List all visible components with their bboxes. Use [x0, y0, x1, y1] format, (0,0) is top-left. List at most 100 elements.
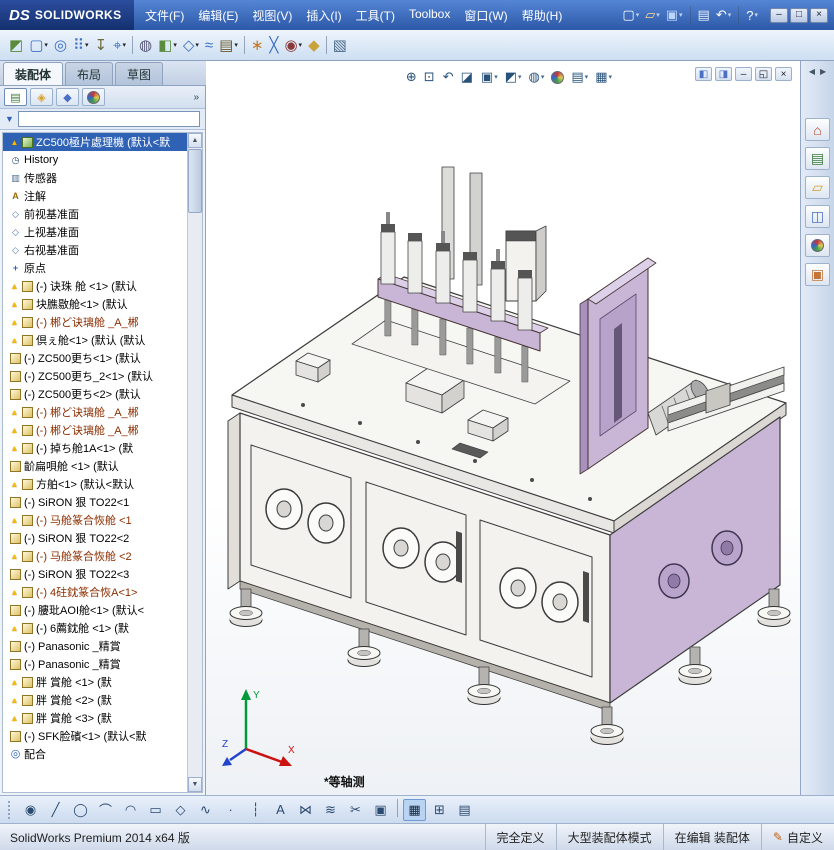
custom-properties[interactable]: ▣ — [805, 263, 830, 286]
edit-appearance[interactable] — [548, 67, 567, 87]
task-pane-collapse[interactable]: ◀▶ — [801, 61, 834, 76]
move-component[interactable]: ⌖▾ — [110, 32, 129, 58]
large-assembly-mode[interactable]: ▧ — [330, 32, 350, 58]
tree-item[interactable]: (-) Panasonic _精賞 — [3, 637, 187, 655]
new-motion-study[interactable]: ≈ — [202, 32, 216, 58]
filter-input[interactable] — [18, 111, 200, 127]
tree-item[interactable]: ▲胖 賞舱 <3> (默 — [3, 709, 187, 727]
spline[interactable]: ∿ — [194, 799, 217, 821]
tree-item[interactable]: (-) Panasonic _精賞 — [3, 655, 187, 673]
tree-item[interactable]: ▲(-) 诀珠 舱 <1> (默认 — [3, 277, 187, 295]
tree-item[interactable]: (-) ZC500更ち_2<1> (默认 — [3, 367, 187, 385]
mirror-entities[interactable]: ⋈ — [294, 799, 317, 821]
viewport-split-left[interactable]: ◧ — [695, 67, 712, 81]
tree-item[interactable]: ▲(-) 郴ど诀璃舱 _A_郴 — [3, 421, 187, 439]
menu-item[interactable]: Toolbox — [402, 3, 457, 28]
edit-component[interactable]: ◩ — [6, 32, 26, 58]
centerline[interactable]: ┆ — [244, 799, 267, 821]
menu-item[interactable]: 工具(T) — [349, 3, 402, 28]
menu-item[interactable]: 插入(I) — [299, 3, 348, 28]
tree-item[interactable]: (-) ZC500更ち<2> (默认 — [3, 385, 187, 403]
tree-item[interactable]: ▥传感器 — [3, 169, 187, 187]
tree-item[interactable]: ◎配合 — [3, 745, 187, 763]
tab-草图[interactable]: 草图 — [115, 62, 163, 85]
tree-item[interactable]: ▲方舶<1> (默认<默认 — [3, 475, 187, 493]
tree-item[interactable]: ◷History — [3, 151, 187, 169]
menu-item[interactable]: 视图(V) — [245, 3, 299, 28]
view-orientation[interactable]: ▣▾ — [478, 67, 501, 87]
menu-item[interactable]: 窗口(W) — [457, 3, 514, 28]
tree-item[interactable]: ◇右视基准面 — [3, 241, 187, 259]
tree-item[interactable]: 齘扁唄舱 <1> (默认 — [3, 457, 187, 475]
print-document[interactable]: ▤ — [696, 5, 712, 25]
file-explorer[interactable]: ▱ — [805, 176, 830, 199]
save-document[interactable]: ▣▾ — [664, 5, 685, 25]
tree-item[interactable]: ▲ZC500極片處理機 (默认<默 — [3, 133, 187, 151]
tree-item[interactable]: (-) ZC500更ち<1> (默认 — [3, 349, 187, 367]
tree-item[interactable]: ▲(-) 马舱篆合恢舱 <1 — [3, 511, 187, 529]
tree-item[interactable]: (-) SFK脸礗<1> (默认<默 — [3, 727, 187, 745]
line[interactable]: ╱ — [44, 799, 67, 821]
tree-item[interactable]: ▲(-) 郴ど诀璃舱 _A_郴 — [3, 403, 187, 421]
menu-item[interactable]: 编辑(E) — [191, 3, 245, 28]
interference-detection[interactable]: ◉▾ — [281, 32, 305, 58]
apply-scene[interactable]: ▤▾ — [568, 67, 591, 87]
view-settings[interactable]: ▦▾ — [592, 67, 615, 87]
offset-entities[interactable]: ≋ — [319, 799, 342, 821]
menu-item[interactable]: 帮助(H) — [515, 3, 570, 28]
tab-布局[interactable]: 布局 — [65, 62, 113, 85]
tangent-arc[interactable]: ◠ — [119, 799, 142, 821]
hide-show-items[interactable]: ◍▾ — [526, 67, 548, 87]
grid-snap[interactable]: ⊞ — [428, 799, 451, 821]
tree-item[interactable]: ▲(-) 6薦鈂舱 <1> (默 — [3, 619, 187, 637]
manager-overflow-icon[interactable] — [193, 92, 201, 103]
sketch-text[interactable]: A — [269, 799, 292, 821]
previous-view[interactable]: ↶ — [440, 67, 457, 87]
tree-item[interactable]: +原点 — [3, 259, 187, 277]
minimize-document[interactable]: – — [735, 67, 752, 81]
show-hidden-components[interactable]: ◍ — [136, 32, 155, 58]
convert-entities[interactable]: ▣ — [369, 799, 392, 821]
undo[interactable]: ↶▾ — [714, 5, 733, 25]
tree-scrollbar[interactable] — [187, 133, 202, 792]
tree-item[interactable]: (-) 膢玭AOI舱<1> (默认< — [3, 601, 187, 619]
display-style[interactable]: ◩▾ — [502, 67, 525, 87]
smart-fasteners[interactable]: ↧ — [92, 32, 111, 58]
toolbar-grip[interactable] — [8, 801, 13, 819]
scroll-up-icon[interactable] — [188, 133, 202, 148]
reference-geometry[interactable]: ◇▾ — [180, 32, 202, 58]
maximize-window[interactable]: □ — [790, 8, 808, 23]
tree-item[interactable]: A注解 — [3, 187, 187, 205]
point[interactable]: ∙ — [219, 799, 242, 821]
assembly-features[interactable]: ◧▾ — [155, 32, 180, 58]
circle[interactable]: ◯ — [69, 799, 92, 821]
close-document[interactable]: × — [775, 67, 792, 81]
instant-3d[interactable]: ◆ — [305, 32, 323, 58]
bill-of-materials[interactable]: ▤▾ — [216, 32, 241, 58]
linear-component-pattern[interactable]: ⠿▾ — [70, 32, 92, 58]
trim-entities[interactable]: ✂ — [344, 799, 367, 821]
tree-item[interactable]: ▲(-) 4砫鈂篆合恢A<1> — [3, 583, 187, 601]
smart-dimension[interactable]: ◉ — [19, 799, 42, 821]
scroll-thumb[interactable] — [188, 149, 202, 213]
tree-item[interactable]: (-) SiRON 狠 TO22<1 — [3, 493, 187, 511]
tree-item[interactable]: ▲胖 賞舱 <2> (默 — [3, 691, 187, 709]
tree-item[interactable]: ▲(-) 郴ど诀璃舱 _A_郴 — [3, 313, 187, 331]
tree-item[interactable]: ▲倶ぇ舱<1> (默认 (默认 — [3, 331, 187, 349]
rapid-sketch[interactable]: ▤ — [453, 799, 476, 821]
centerpoint-arc[interactable]: ⌒ — [94, 799, 117, 821]
tree-item[interactable]: ◇前视基准面 — [3, 205, 187, 223]
shaded-sketch-contours[interactable]: ▦ — [403, 799, 426, 821]
featuremanager-tree[interactable]: ▤ — [4, 88, 27, 106]
section-view[interactable]: ◪ — [458, 67, 476, 87]
tree-item[interactable]: ◇上视基准面 — [3, 223, 187, 241]
corner-rectangle[interactable]: ▭ — [144, 799, 167, 821]
restore-document[interactable]: ◱ — [755, 67, 772, 81]
scroll-down-icon[interactable] — [188, 777, 202, 792]
solidworks-resources[interactable]: ⌂ — [805, 118, 830, 141]
tab-装配体[interactable]: 装配体 — [3, 62, 63, 85]
zoom-to-area[interactable]: ⊡ — [421, 67, 438, 87]
new-document[interactable]: ▢▾ — [620, 5, 641, 25]
minimize-window[interactable]: – — [770, 8, 788, 23]
open-document[interactable]: ▱▾ — [643, 5, 662, 25]
